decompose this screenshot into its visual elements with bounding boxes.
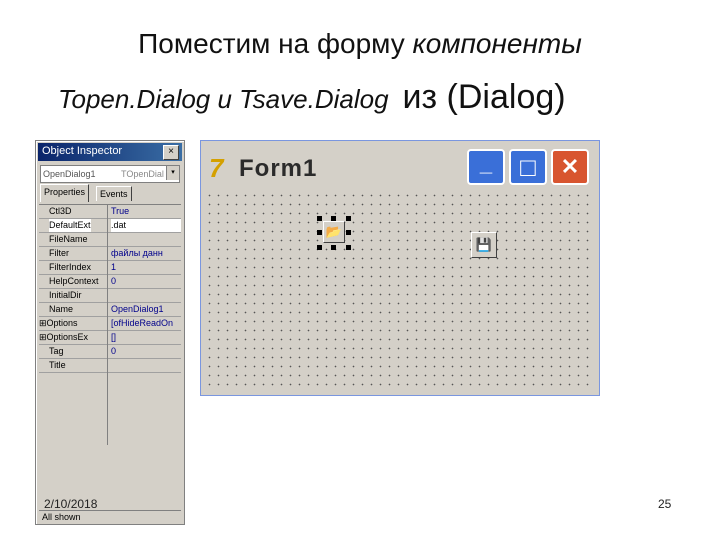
property-name: Title [49, 360, 66, 370]
title-line2-italic: Topen.Dialog и Tsave.Dialog [58, 84, 389, 114]
delphi-app-icon: 7 [209, 153, 224, 183]
selection-handle[interactable] [331, 245, 336, 250]
property-name: DefaultExt [49, 219, 91, 232]
property-row[interactable]: Filter файлы данн [39, 247, 181, 261]
property-row[interactable]: FileName [39, 233, 181, 247]
save-dialog-component[interactable]: 💾 [471, 232, 497, 258]
chevron-down-icon[interactable]: ▾ [166, 166, 179, 180]
property-name: Name [49, 304, 74, 314]
form1-titlebar[interactable]: 7 Form1 _ □ ✕ [201, 141, 599, 191]
selection-handle[interactable] [346, 216, 351, 221]
property-name: FileName [49, 234, 88, 244]
property-value[interactable]: 1 [111, 261, 181, 274]
property-row[interactable]: Tag 0 [39, 345, 181, 359]
open-dialog-component[interactable]: 📂 [323, 221, 345, 243]
form1-caption: Form1 [239, 155, 318, 182]
object-inspector-titlebar[interactable]: Object Inspector × [38, 143, 182, 161]
property-name[interactable]: ⊞Options [39, 317, 78, 330]
status-text: All shown [42, 512, 81, 522]
folder-open-icon: 📂 [325, 224, 343, 239]
property-value[interactable]: 0 [111, 345, 181, 358]
slide-date: 2/10/2018 [44, 497, 98, 511]
tab-events[interactable]: Events [96, 186, 132, 201]
property-row[interactable]: ⊞OptionsEx [] [39, 331, 181, 345]
selection-handle[interactable] [331, 216, 336, 221]
form1-window: 7 Form1 _ □ ✕ 📂 💾 [200, 140, 600, 396]
inspector-status: All shown [39, 510, 181, 523]
object-inspector-window: Object Inspector × OpenDialog1 TOpenDial… [35, 140, 185, 525]
component-selector-name: OpenDialog1 [43, 169, 96, 179]
close-icon[interactable]: × [163, 145, 179, 160]
property-row[interactable]: ⊞Options [ofHideReadOn [39, 317, 181, 331]
close-button[interactable]: ✕ [551, 149, 589, 185]
slide-page-number: 25 [658, 497, 672, 511]
close-icon: ✕ [560, 154, 580, 179]
title-line1-italic: компоненты [412, 28, 582, 59]
property-grid: Ctl3D True DefaultExt .dat FileName Filter… [39, 204, 181, 510]
property-name: HelpContext [49, 276, 99, 286]
property-value[interactable]: .dat [111, 219, 181, 232]
property-value[interactable]: OpenDialog1 [111, 303, 181, 316]
selection-handle[interactable] [346, 245, 351, 250]
maximize-icon: □ [520, 152, 536, 182]
property-name: Filter [49, 248, 69, 258]
property-value[interactable]: 0 [111, 275, 181, 288]
property-row[interactable]: HelpContext 0 [39, 275, 181, 289]
property-row[interactable]: DefaultExt .dat [39, 219, 181, 233]
property-name: Tag [49, 346, 64, 356]
property-name[interactable]: ⊞OptionsEx [39, 331, 88, 344]
form1-design-surface[interactable]: 📂 💾 [205, 191, 595, 391]
title-line1-plain: Поместим на форму [138, 28, 413, 59]
tab-properties[interactable]: Properties [40, 184, 90, 202]
property-name: FilterIndex [49, 262, 92, 272]
title-line2-plain: из (Dialog) [402, 78, 566, 116]
component-selector-type: TOpenDial [121, 169, 164, 179]
selection-handle[interactable] [317, 230, 322, 235]
property-row[interactable]: FilterIndex 1 [39, 261, 181, 275]
property-value[interactable]: True [111, 205, 181, 218]
property-value[interactable]: файлы данн [111, 247, 181, 260]
grid-divider[interactable] [107, 204, 108, 445]
property-row[interactable]: Name OpenDialog1 [39, 303, 181, 317]
slide-title-line2: Topen.Dialog и Tsave.Dialog из (Dialog) [58, 78, 566, 117]
minimize-button[interactable]: _ [467, 149, 505, 185]
maximize-button[interactable]: □ [509, 149, 547, 185]
object-inspector-title: Object Inspector [42, 145, 123, 157]
property-name: InitialDir [49, 290, 82, 300]
selection-handle[interactable] [317, 245, 322, 250]
property-row[interactable]: Title [39, 359, 181, 373]
minimize-icon: _ [479, 151, 493, 176]
property-name: Ctl3D [49, 206, 72, 216]
property-value[interactable]: [] [111, 331, 181, 344]
floppy-disk-icon: 💾 [475, 237, 493, 252]
component-selector[interactable]: OpenDialog1 TOpenDial ▾ [40, 165, 180, 183]
property-row[interactable]: Ctl3D True [39, 205, 181, 219]
selection-handle[interactable] [317, 216, 322, 221]
property-value[interactable]: [ofHideReadOn [111, 317, 181, 330]
selection-handle[interactable] [346, 230, 351, 235]
property-row[interactable]: InitialDir [39, 289, 181, 303]
slide-title-line1: Поместим на форму компоненты [0, 28, 720, 60]
